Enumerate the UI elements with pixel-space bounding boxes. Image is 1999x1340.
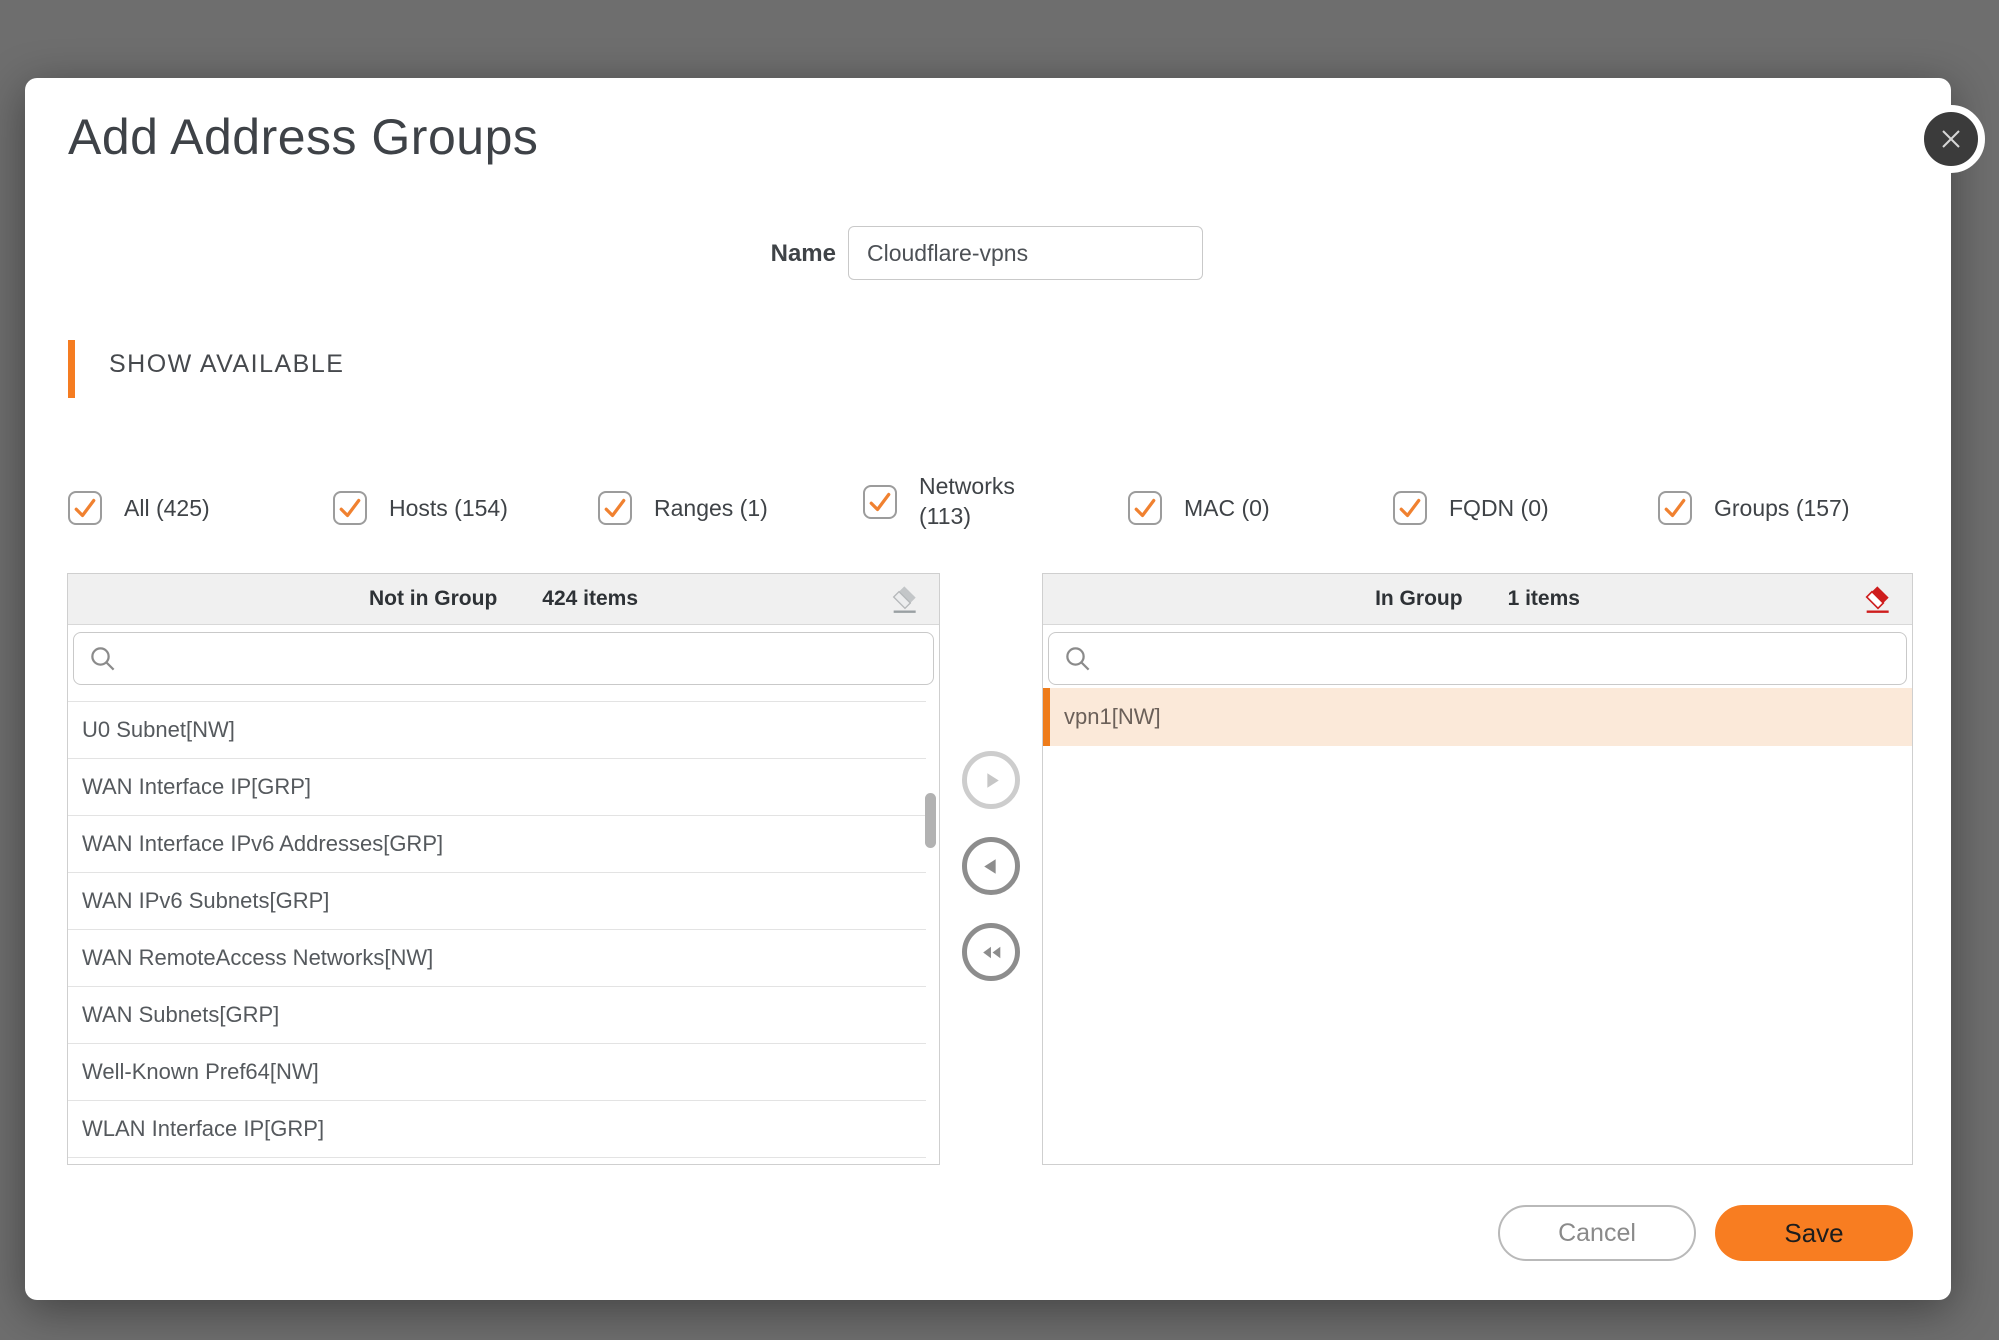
not-in-group-search-input[interactable] [128, 645, 919, 673]
not-in-group-header: Not in Group 424 items [68, 574, 939, 625]
list-item-partial [68, 688, 926, 702]
filter-groups[interactable]: Groups (157) [1658, 491, 1850, 525]
checkmark-icon [335, 493, 365, 523]
list-item[interactable]: WAN Interface IP[GRP] [68, 759, 926, 816]
checkmark-icon [865, 487, 895, 517]
selected-group-member[interactable]: vpn1[NW] [1043, 688, 1912, 746]
in-group-search [1048, 632, 1907, 685]
filter-label: All (425) [124, 495, 210, 522]
checkbox-groups[interactable] [1658, 491, 1692, 525]
transfer-controls [962, 751, 1020, 981]
name-input[interactable] [848, 226, 1203, 280]
not-in-group-list: U0 Subnet[NW] WAN Interface IP[GRP] WAN … [68, 688, 939, 1162]
list-item[interactable]: WAN Subnets[GRP] [68, 987, 926, 1044]
close-button[interactable] [1917, 105, 1985, 173]
in-group-panel: In Group 1 items vpn1[NW] [1042, 573, 1913, 1165]
in-group-search-input[interactable] [1103, 645, 1892, 673]
move-left-button[interactable] [962, 837, 1020, 895]
list-item[interactable]: Well-Known Pref64[NW] [68, 1044, 926, 1101]
close-icon [1938, 126, 1964, 152]
checkmark-icon [70, 493, 100, 523]
filter-all[interactable]: All (425) [68, 491, 333, 525]
not-in-group-search [73, 632, 934, 685]
arrow-right-icon [978, 767, 1005, 794]
list-item[interactable]: WAN RemoteAccess Networks[NW] [68, 930, 926, 987]
move-all-left-button[interactable] [962, 923, 1020, 981]
dialog-overlay: { "modal": { "title": "Add Address Group… [0, 0, 1999, 1340]
panel-item-count: 1 items [1508, 587, 1580, 611]
checkbox-ranges[interactable] [598, 491, 632, 525]
search-icon [1063, 644, 1093, 674]
checkbox-fqdn[interactable] [1393, 491, 1427, 525]
list-item[interactable]: WAN IPv6 Subnets[GRP] [68, 873, 926, 930]
checkbox-mac[interactable] [1128, 491, 1162, 525]
name-field-label: Name [706, 240, 836, 268]
checkbox-hosts[interactable] [333, 491, 367, 525]
type-filter-row: All (425) Hosts (154) Ranges (1) [68, 470, 1850, 546]
checkmark-icon [1130, 493, 1160, 523]
list-item[interactable]: WLAN Interface IP[GRP] [68, 1101, 926, 1158]
arrow-left-icon [978, 853, 1005, 880]
filter-label: Hosts (154) [389, 495, 508, 522]
eraser-icon [887, 583, 919, 615]
filter-mac[interactable]: MAC (0) [1128, 491, 1393, 525]
cancel-button[interactable]: Cancel [1498, 1205, 1696, 1261]
filter-label: Networks (113) [919, 472, 1031, 531]
search-icon [88, 644, 118, 674]
filter-ranges[interactable]: Ranges (1) [598, 491, 863, 525]
dialog-title: Add Address Groups [68, 108, 538, 166]
list-item[interactable]: U0 Subnet[NW] [68, 702, 926, 759]
filter-label: FQDN (0) [1449, 495, 1549, 522]
filter-networks[interactable]: Networks (113) [863, 472, 1128, 531]
list-scrollbar-thumb[interactable] [925, 793, 936, 848]
filter-hosts[interactable]: Hosts (154) [333, 491, 598, 525]
filter-label: MAC (0) [1184, 495, 1270, 522]
checkmark-icon [1660, 493, 1690, 523]
checkmark-icon [600, 493, 630, 523]
save-button[interactable]: Save [1715, 1205, 1913, 1261]
checkbox-all[interactable] [68, 491, 102, 525]
double-arrow-left-icon [978, 939, 1005, 966]
filter-fqdn[interactable]: FQDN (0) [1393, 491, 1658, 525]
panel-title: In Group [1375, 587, 1463, 611]
filter-label: Groups (157) [1714, 495, 1850, 522]
checkbox-networks[interactable] [863, 485, 897, 519]
panel-title: Not in Group [369, 587, 497, 611]
section-accent-bar [68, 340, 75, 398]
clear-selection-button[interactable] [887, 583, 919, 615]
list-item[interactable]: WAN Interface IPv6 Addresses[GRP] [68, 816, 926, 873]
filter-label: Ranges (1) [654, 495, 768, 522]
eraser-red-icon [1860, 583, 1892, 615]
section-heading: SHOW AVAILABLE [109, 350, 344, 379]
clear-group-button[interactable] [1860, 583, 1892, 615]
in-group-header: In Group 1 items [1043, 574, 1912, 625]
checkmark-icon [1395, 493, 1425, 523]
panel-item-count: 424 items [542, 587, 638, 611]
add-address-groups-dialog: Add Address Groups Name SHOW AVAILABLE A… [25, 78, 1951, 1300]
in-group-list: vpn1[NW] [1043, 688, 1912, 1162]
move-right-button[interactable] [962, 751, 1020, 809]
not-in-group-panel: Not in Group 424 items U0 Subnet[NW] WAN… [67, 573, 940, 1165]
